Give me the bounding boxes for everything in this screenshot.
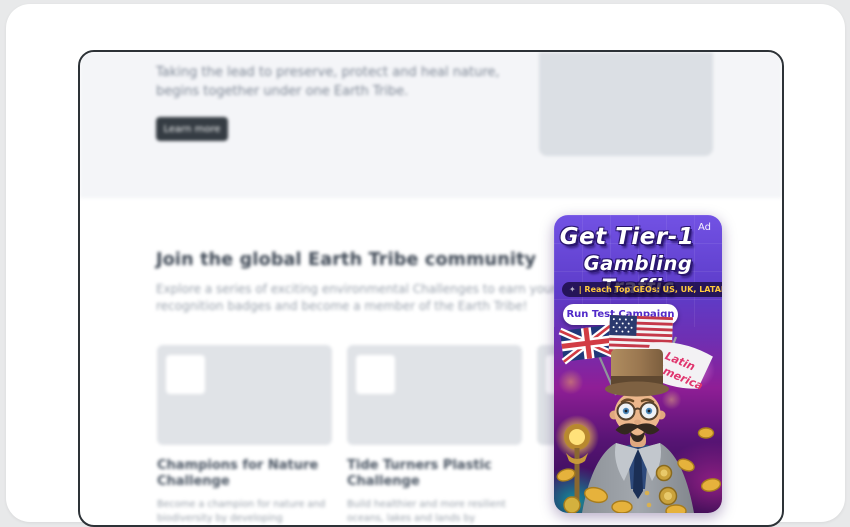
ad-headline-line1: Get Tier-1 — [559, 224, 695, 250]
hero-text-line1: Taking the lead to preserve, protect and… — [156, 65, 500, 80]
section-heading: Join the global Earth Tribe community — [156, 250, 537, 270]
hero-image-placeholder — [539, 52, 713, 156]
geo-text: | Reach Top GEOs: US, UK, LATAM — [578, 285, 722, 294]
card-image-placeholder — [157, 345, 332, 445]
hero-section: Taking the lead to preserve, protect and… — [80, 52, 782, 198]
uk-flag-icon — [558, 321, 617, 365]
card-description: Build healthier and more resilient ocean… — [347, 499, 506, 524]
geo-pill: ✦ | Reach Top GEOs: US, UK, LATAM — [562, 282, 722, 297]
card-title: Champions for Nature Challenge — [157, 458, 319, 489]
ad-banner[interactable]: Ad Get Tier-1 Gambling Traffic ✦ | Reach… — [554, 215, 722, 513]
section-subtext-line1: Explore a series of exciting environment… — [156, 282, 557, 296]
section-subtext: Explore a series of exciting environment… — [156, 281, 557, 315]
card-badge — [166, 355, 205, 394]
card-image-placeholder — [347, 345, 522, 445]
challenge-card[interactable]: Champions for Nature Challenge Become a … — [157, 345, 332, 525]
challenge-card[interactable]: Tide Turners Plastic Challenge Build hea… — [347, 345, 522, 525]
section-subtext-line2: recognition badges and become a member o… — [156, 299, 528, 313]
card-title: Tide Turners Plastic Challenge — [347, 458, 492, 489]
mockup-card: Taking the lead to preserve, protect and… — [6, 4, 845, 527]
learn-more-button[interactable]: Learn more — [156, 117, 228, 141]
hero-text: Taking the lead to preserve, protect and… — [156, 63, 500, 101]
card-badge — [356, 355, 395, 394]
card-description: Become a champion for nature and biodive… — [157, 499, 326, 524]
ad-character-illustration: Latin America — [555, 315, 722, 513]
sparkle-icon: ✦ — [569, 285, 576, 294]
hero-text-line2: begins together under one Earth Tribe. — [156, 84, 409, 99]
